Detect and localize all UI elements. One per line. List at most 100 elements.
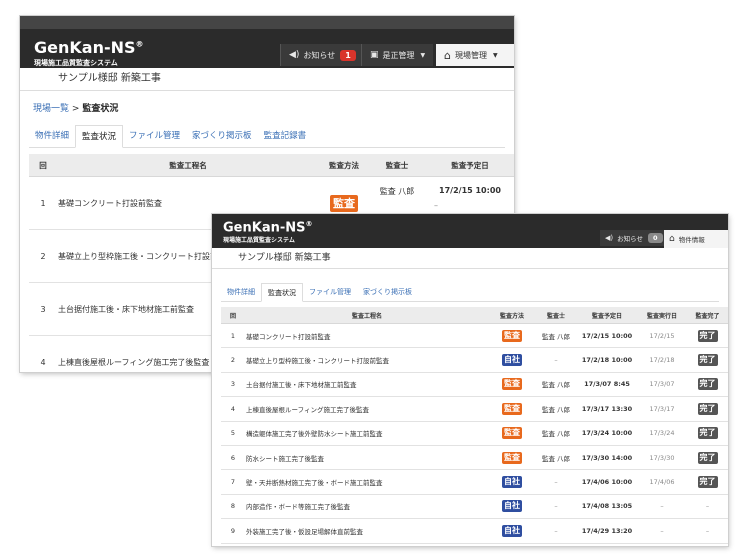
- property-info-button[interactable]: ⌂ 物件情報: [664, 230, 728, 248]
- table-row[interactable]: 4 上棟直後屋根ルーフィング施工完了後監査 監査 監査 八郎 17/3/17 13:30…: [221, 396, 728, 422]
- audit-method-tag: 自社: [502, 476, 522, 489]
- completion-status: 完了: [687, 396, 728, 422]
- auditor-name: –: [535, 543, 577, 546]
- column-header: 監査予定日: [577, 307, 637, 324]
- planned-date: 17/2/18 10:00: [577, 347, 637, 373]
- audit-method: 監査: [489, 396, 535, 422]
- breadcrumb-site-list-link[interactable]: 現場一覧: [33, 104, 69, 114]
- site-menu-button[interactable]: ⌂ 現場管理 ▼: [436, 44, 514, 66]
- auditor-name: 監査 八郎: [535, 323, 577, 349]
- logo-mark: ®: [305, 220, 313, 228]
- completion-status: –: [687, 494, 728, 520]
- planned-date: 17/3/24 10:00: [577, 421, 637, 446]
- row-number: 4: [29, 335, 57, 372]
- app-logo[interactable]: GenKan-NS® 現場施工品質監査システム: [34, 38, 144, 68]
- audit-process-name[interactable]: 建物工事・美装完了後監査: [245, 543, 489, 546]
- tab-bulletin-board[interactable]: 家づくり掲示板: [186, 125, 258, 147]
- tab-bulletin-board[interactable]: 家づくり掲示板: [357, 283, 418, 301]
- audit-table: 回 監査工程名 監査方法 監査士 監査予定日 監査実行日 監査完了 1 基礎コンク…: [221, 307, 728, 546]
- planned-date-extra: –: [434, 201, 438, 210]
- audit-method-tag: 監査: [502, 427, 522, 440]
- row-number: 10: [221, 543, 245, 546]
- column-header: 監査予定日: [425, 154, 514, 177]
- audit-table-body: 1 基礎コンクリート打設前監査 監査 監査 八郎 17/2/15 10:00 17/2/1…: [221, 323, 728, 546]
- auditor-name: 監査 八郎: [535, 421, 577, 446]
- column-header: 監査完了: [687, 307, 728, 324]
- tab-file-management[interactable]: ファイル管理: [303, 283, 357, 301]
- tab-file-management[interactable]: ファイル管理: [123, 125, 186, 147]
- project-title: サンプル様邸 新築工事: [20, 68, 514, 91]
- home-icon: ⌂: [669, 234, 675, 244]
- audit-process-name[interactable]: 防水シート施工完了後監査: [245, 445, 489, 471]
- audit-process-name[interactable]: 外装施工完了後・仮設足場解体直前監査: [245, 518, 489, 544]
- completion-status: 完了: [687, 323, 728, 349]
- completion-status: 完了: [687, 347, 728, 373]
- table-row[interactable]: 2 基礎立上り型枠施工後・コンクリート打設前監査 自社 –17/2/18 10:00 1…: [221, 347, 728, 373]
- audit-process-name[interactable]: 上棟直後屋根ルーフィング施工完了後監査: [245, 396, 489, 422]
- audit-process-name[interactable]: 基礎立上り型枠施工後・コンクリート打設前監査: [245, 347, 489, 373]
- audit-method-tag: 監査: [502, 451, 522, 464]
- table-row[interactable]: 1 基礎コンクリート打設前監査 監査 監査 八郎 17/2/15 10:00 17/2/1…: [221, 323, 728, 349]
- correction-menu-button[interactable]: ▣ 是正管理 ▼: [361, 44, 434, 66]
- audit-method: 自社: [489, 469, 535, 495]
- table-row[interactable]: 7 壁・天井断熱材施工完了後・ボード施工前監査 自社 –17/4/06 10:00 17…: [221, 469, 728, 495]
- app-header: GenKan-NS® 現場施工品質監査システム ◀) お知らせ 1 ▣ 是正管理…: [20, 16, 514, 68]
- notice-button[interactable]: ◀) お知らせ 0: [600, 230, 668, 246]
- completion-status: –: [687, 518, 728, 544]
- audit-process-name[interactable]: 基礎コンクリート打設前監査: [245, 323, 489, 349]
- row-number: 7: [221, 469, 245, 495]
- tab-audit-records[interactable]: 監査記録書: [258, 125, 313, 147]
- breadcrumb: 現場一覧 > 監査状況: [20, 91, 514, 119]
- audit-method: 監査: [489, 323, 535, 349]
- notice-label: お知らせ: [303, 50, 336, 60]
- audit-process-name[interactable]: 構造躯体施工完了後外壁防水シート施工前監査: [245, 421, 489, 446]
- row-number: 5: [221, 421, 245, 446]
- column-header: 回: [29, 154, 57, 177]
- planned-date: 17/4/06 10:00: [577, 469, 637, 495]
- notice-count-badge: 1: [340, 49, 356, 61]
- completion-status-tag: 完了: [697, 427, 718, 440]
- notice-button[interactable]: ◀) お知らせ 1: [280, 44, 364, 66]
- row-number: 3: [221, 372, 245, 398]
- executed-date: –: [637, 543, 687, 546]
- front-window: GenKan-NS® 現場施工品質監査システム ◀) お知らせ 0 ⌂ 物件情報…: [212, 214, 728, 546]
- table-row[interactable]: 10建物工事・美装完了後監査自社–17/5/08––: [221, 543, 728, 546]
- audit-process-name[interactable]: 土台据付施工後・床下地材施工前監査: [245, 372, 489, 398]
- breadcrumb-current: 監査状況: [82, 104, 119, 114]
- row-number: 1: [29, 176, 57, 230]
- correction-label: 是正管理: [382, 50, 415, 60]
- column-header: 監査工程名: [57, 154, 319, 177]
- planned-date: 17/2/15 10:00: [577, 323, 637, 349]
- column-header: 監査実行日: [637, 307, 687, 324]
- table-row[interactable]: 3 土台据付施工後・床下地材施工前監査 監査 監査 八郎 17/3/07 8:45 17/…: [221, 372, 728, 398]
- auditor-name: –: [535, 518, 577, 544]
- tab-bar: 物件詳細 監査状況 ファイル管理 家づくり掲示板 監査記録書: [29, 125, 505, 148]
- audit-process-name[interactable]: 壁・天井断熱材施工完了後・ボード施工前監査: [245, 469, 489, 495]
- tab-property-details[interactable]: 物件詳細: [221, 283, 261, 301]
- audit-method-tag: 自社: [502, 524, 522, 537]
- audit-method-tag: 監査: [502, 329, 522, 342]
- app-logo[interactable]: GenKan-NS® 現場施工品質監査システム: [223, 220, 312, 244]
- planned-date: 17/4/29 13:20: [577, 518, 637, 544]
- table-row[interactable]: 9 外装施工完了後・仮設足場解体直前監査 自社 –17/4/29 13:20– –: [221, 518, 728, 544]
- audit-method-tag: 監査: [330, 194, 358, 212]
- tab-audit-status[interactable]: 監査状況: [75, 125, 124, 148]
- row-number: 4: [221, 396, 245, 422]
- completion-status: 完了: [687, 421, 728, 446]
- audit-process-name[interactable]: 内部造作・ボード等施工完了後監査: [245, 494, 489, 520]
- building-icon: ▣: [370, 50, 379, 60]
- executed-date: 17/3/24: [637, 421, 687, 446]
- tab-audit-status[interactable]: 監査状況: [261, 283, 303, 302]
- table-header-row: 回 監査工程名 監査方法 監査士 監査予定日 監査実行日 監査完了: [221, 307, 728, 324]
- table-row[interactable]: 6 防水シート施工完了後監査 監査 監査 八郎 17/3/30 14:00 17/3/30…: [221, 445, 728, 471]
- header-strip: [20, 16, 514, 29]
- table-row[interactable]: 8 内部造作・ボード等施工完了後監査 自社 –17/4/08 13:05– –: [221, 494, 728, 520]
- row-number: 2: [29, 229, 57, 283]
- completion-status-tag: 完了: [697, 476, 718, 489]
- planned-date: 17/3/30 14:00: [577, 445, 637, 471]
- completion-status-tag: 完了: [697, 329, 718, 342]
- planned-date: 17/3/07 8:45: [577, 372, 637, 398]
- row-number: 1: [221, 323, 245, 349]
- table-row[interactable]: 5 構造躯体施工完了後外壁防水シート施工前監査 監査 監査 八郎 17/3/24 10:…: [221, 421, 728, 446]
- tab-property-details[interactable]: 物件詳細: [29, 125, 75, 147]
